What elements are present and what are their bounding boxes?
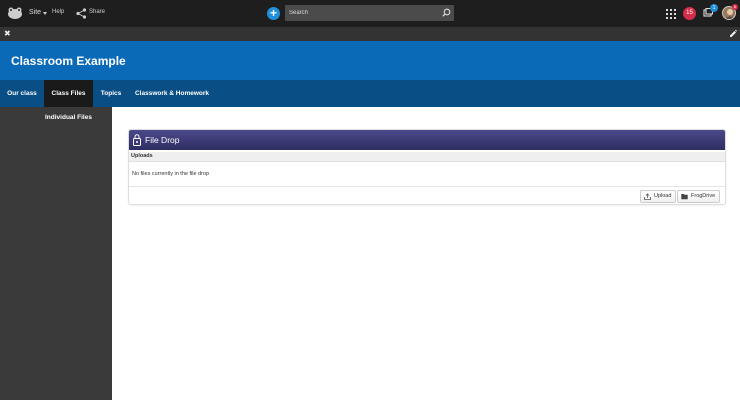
add-button[interactable]: + — [267, 7, 280, 20]
help-link[interactable]: Help — [52, 9, 64, 15]
messages-count-badge: 1 — [710, 4, 718, 12]
frog-logo-icon[interactable] — [7, 7, 23, 19]
uploads-label: Uploads — [131, 153, 153, 159]
search-icon[interactable] — [442, 8, 451, 17]
apps-grid-icon[interactable] — [666, 9, 676, 19]
edit-toolbar: ✖ — [0, 27, 740, 41]
chevron-down-icon[interactable] — [43, 12, 47, 15]
main-content: File Drop Uploads No files currently in … — [112, 107, 740, 400]
close-icon[interactable]: ✖ — [4, 29, 11, 39]
notifications-badge[interactable]: 15 — [683, 7, 696, 20]
upload-icon — [644, 193, 651, 200]
tab-our-class[interactable]: Our class — [0, 80, 44, 107]
tab-classwork-homework[interactable]: Classwork & Homework — [129, 80, 215, 107]
sidebar-item-individual-files[interactable]: Individual Files — [45, 114, 92, 121]
tab-class-files[interactable]: Class Files — [44, 80, 93, 107]
tab-topics[interactable]: Topics — [93, 80, 129, 107]
site-menu[interactable]: Site — [29, 9, 41, 16]
lock-icon — [133, 134, 141, 146]
folder-icon — [681, 194, 688, 200]
main-nav: Our class Class Files Topics Classwork &… — [0, 80, 740, 107]
search-box — [285, 5, 454, 21]
file-drop-widget: File Drop Uploads No files currently in … — [128, 129, 726, 205]
page-title: Classroom Example — [11, 54, 126, 68]
empty-message: No files currently in the file drop — [132, 171, 210, 177]
search-input[interactable] — [289, 7, 429, 19]
edit-icon[interactable] — [729, 29, 737, 38]
file-drop-footer: Upload FrogDrive — [129, 186, 725, 205]
sidebar: Individual Files — [0, 107, 112, 400]
file-drop-title: File Drop — [145, 135, 180, 145]
share-icon[interactable] — [76, 8, 87, 19]
uploads-section-header: Uploads — [129, 152, 725, 162]
share-link[interactable]: Share — [89, 9, 105, 15]
site-banner: Classroom Example — [0, 41, 740, 80]
frogdrive-label: FrogDrive — [691, 193, 716, 199]
upload-label: Upload — [654, 193, 672, 199]
upload-button[interactable]: Upload — [640, 190, 677, 203]
frogdrive-button[interactable]: FrogDrive — [677, 190, 721, 203]
top-bar: Site Help Share + 15 1 6 — [0, 0, 740, 27]
avatar-badge: 6 — [732, 4, 738, 10]
file-drop-header: File Drop — [129, 130, 725, 150]
